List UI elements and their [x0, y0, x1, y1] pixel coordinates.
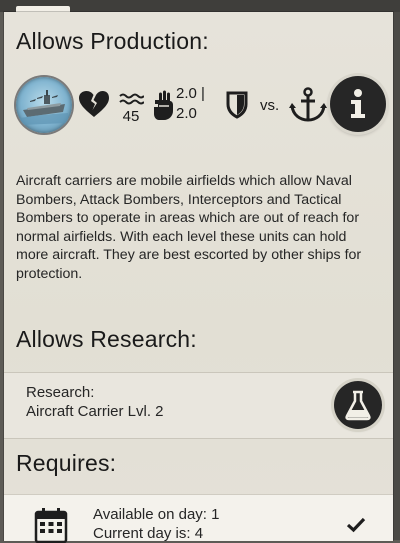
top-bar	[0, 0, 400, 12]
defense-stat	[226, 91, 248, 119]
attack-values: 2.0 | 2.0	[176, 84, 205, 124]
speed-value: 45	[122, 108, 140, 125]
attack-value-top: 2.0 |	[176, 85, 205, 102]
scroll-edge	[393, 12, 400, 540]
unit-description: Aircraft carriers are mobile airfields w…	[16, 173, 362, 282]
broken-heart-icon	[79, 91, 109, 117]
fist-icon	[154, 90, 173, 120]
research-item[interactable]: Research: Aircraft Carrier Lvl. 2	[4, 372, 393, 439]
available-day: Available on day: 1	[93, 506, 220, 523]
research-label: Research:	[26, 384, 95, 401]
research-button[interactable]	[334, 381, 382, 429]
info-icon	[351, 89, 365, 118]
requires-title: Requires:	[16, 450, 117, 476]
flask-icon	[345, 390, 371, 421]
health-stat	[78, 90, 110, 118]
waves-icon	[119, 93, 144, 105]
production-title: Allows Production:	[16, 28, 209, 54]
unit-stats-row: 45 2.0 | 2.0 vs.	[16, 76, 391, 136]
calendar-icon	[34, 508, 68, 543]
aircraft-carrier-ship-icon[interactable]	[16, 77, 72, 133]
attack-value-bottom: 2.0	[176, 105, 197, 122]
speed-stat: 45	[116, 86, 146, 125]
research-title: Allows Research:	[16, 326, 197, 352]
checkmark-icon	[346, 517, 366, 533]
requirement-row: Available on day: 1 Current day is: 4	[4, 494, 393, 543]
attack-stat	[152, 90, 174, 122]
current-day: Current day is: 4	[93, 525, 204, 542]
shield-icon	[226, 91, 248, 119]
anchor-icon	[289, 87, 327, 122]
vs-target	[289, 86, 327, 124]
research-item-name: Aircraft Carrier Lvl. 2	[26, 403, 164, 420]
vs-label: vs.	[260, 97, 280, 114]
info-button[interactable]	[330, 76, 386, 132]
